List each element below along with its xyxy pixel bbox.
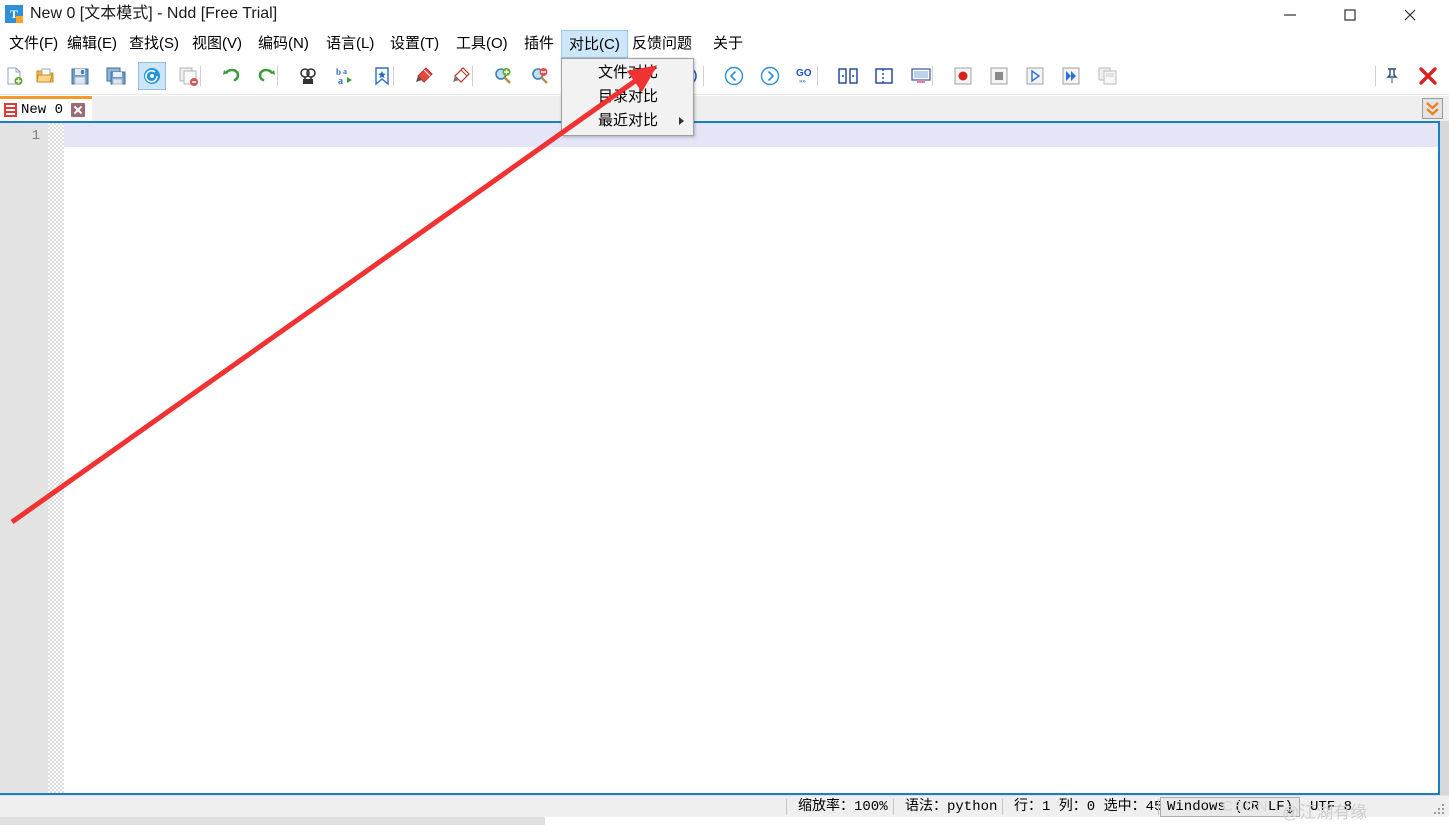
menu-item-plugins[interactable]: 插件: [517, 29, 561, 59]
undo-icon[interactable]: [217, 62, 245, 90]
close-tab-icon[interactable]: [1414, 62, 1442, 90]
menu-item-edit[interactable]: 编辑(E): [60, 29, 124, 59]
tab-new-0[interactable]: New 0: [0, 96, 92, 121]
play-macro-multi-icon[interactable]: [1057, 62, 1085, 90]
nav-back-icon[interactable]: [720, 62, 748, 90]
status-divider: [893, 799, 894, 815]
horizontal-scrollbar[interactable]: [0, 817, 1449, 825]
pin-icon[interactable]: [1378, 62, 1406, 90]
toolbar-separator: [1375, 66, 1376, 86]
horizontal-scrollbar-thumb[interactable]: [0, 817, 545, 825]
dropdown-item-recent-compare[interactable]: 最近对比: [562, 109, 693, 133]
code-canvas[interactable]: [64, 123, 1438, 793]
clear-marker-icon[interactable]: [447, 62, 475, 90]
dropdown-item-recent-compare-label: 最近对比: [598, 112, 659, 129]
title-bar: T New 0 [文本模式] - Ndd [Free Trial]: [0, 0, 1449, 29]
current-line-highlight: [64, 123, 1438, 147]
tab-bar: New 0: [0, 96, 1449, 121]
close-file-icon[interactable]: [138, 62, 166, 90]
fold-column[interactable]: [48, 123, 64, 793]
submenu-arrow-icon: [679, 117, 684, 125]
nav-forward-icon[interactable]: [756, 62, 784, 90]
split-view-icon[interactable]: [834, 62, 862, 90]
vertical-scrollbar[interactable]: [1440, 121, 1449, 795]
svg-text:a: a: [338, 76, 343, 86]
svg-text:a: a: [343, 67, 347, 76]
toolbar-separator: [932, 66, 933, 86]
new-file-icon[interactable]: [0, 62, 28, 90]
menu-item-language[interactable]: 语言(L): [319, 29, 381, 59]
app-window: T New 0 [文本模式] - Ndd [Free Trial] 文件(F) …: [0, 0, 1449, 825]
menu-item-compare[interactable]: 对比(C): [561, 30, 628, 58]
toolbar-separator: [817, 66, 818, 86]
toolbar-separator: [277, 66, 278, 86]
menu-item-search[interactable]: 查找(S): [122, 29, 186, 59]
editor-area[interactable]: 1: [0, 121, 1440, 795]
goto-line-icon[interactable]: GO»»: [792, 62, 820, 90]
minimize-button[interactable]: [1267, 0, 1313, 29]
svg-text:GO: GO: [796, 68, 812, 79]
status-divider: [786, 799, 787, 815]
app-icon: T: [5, 5, 23, 23]
toolbar-separator: [472, 66, 473, 86]
tab-label: New 0: [21, 102, 64, 118]
toolbar-separator: [393, 66, 394, 86]
watermark-user: @江湖有缘: [1282, 803, 1368, 822]
window-title: New 0 [文本模式] - Ndd [Free Trial]: [30, 5, 278, 22]
record-macro-icon[interactable]: [949, 62, 977, 90]
toolbar-separator: [200, 66, 201, 86]
status-divider: [1158, 799, 1159, 815]
watermark-site: CSDN: [1222, 798, 1269, 815]
clone-view-icon[interactable]: [870, 62, 898, 90]
zoom-level-label: 缩放率：100%: [798, 799, 888, 815]
find-icon[interactable]: [294, 62, 322, 90]
close-button[interactable]: [1387, 0, 1433, 29]
app-icon-letter: T: [9, 7, 18, 21]
menu-item-feedback[interactable]: 反馈问题: [625, 29, 699, 59]
tab-list-chevron-icon[interactable]: [1422, 98, 1443, 119]
open-file-icon[interactable]: [31, 62, 59, 90]
close-all-files-icon[interactable]: [175, 62, 203, 90]
syntax-label[interactable]: 语法：python: [897, 796, 1005, 818]
menu-item-settings[interactable]: 设置(T): [383, 29, 446, 59]
menu-item-view[interactable]: 视图(V): [185, 29, 249, 59]
play-macro-icon[interactable]: [1021, 62, 1049, 90]
menu-item-encoding[interactable]: 编码(N): [251, 29, 316, 59]
tab-file-icon: [4, 103, 17, 117]
toolbar: baa ¶: [0, 59, 1449, 95]
save-all-icon[interactable]: [102, 62, 130, 90]
menu-item-about[interactable]: 关于: [706, 29, 750, 59]
menu-item-file[interactable]: 文件(F): [2, 29, 65, 59]
toolbar-separator: [703, 66, 704, 86]
zoom-out-icon[interactable]: [526, 62, 554, 90]
bookmark-icon[interactable]: [368, 62, 396, 90]
dropdown-item-file-compare[interactable]: 文件对比: [562, 61, 693, 85]
tab-close-icon[interactable]: [71, 103, 86, 117]
replace-icon[interactable]: baa: [331, 62, 359, 90]
monitor-file-icon[interactable]: [907, 62, 935, 90]
menu-bar: 文件(F) 编辑(E) 查找(S) 视图(V) 编码(N) 语言(L) 设置(T…: [0, 29, 1449, 59]
line-number: 1: [31, 128, 40, 144]
zoom-in-icon[interactable]: [489, 62, 517, 90]
svg-text:»»: »»: [799, 79, 806, 85]
resize-grip[interactable]: [1434, 804, 1446, 816]
dropdown-item-folder-compare[interactable]: 目录对比: [562, 85, 693, 109]
save-icon[interactable]: [66, 62, 94, 90]
line-number-gutter: 1: [0, 123, 48, 793]
highlight-marker-icon[interactable]: [410, 62, 438, 90]
save-macro-icon[interactable]: [1094, 62, 1122, 90]
compare-dropdown-menu: 文件对比 目录对比 最近对比: [561, 58, 694, 136]
maximize-button[interactable]: [1327, 0, 1373, 29]
menu-item-tools[interactable]: 工具(O): [449, 29, 515, 59]
cursor-position-label: 行：1 列：0 选中：45: [1014, 799, 1163, 815]
status-divider: [1002, 799, 1003, 815]
stop-macro-icon[interactable]: [985, 62, 1013, 90]
